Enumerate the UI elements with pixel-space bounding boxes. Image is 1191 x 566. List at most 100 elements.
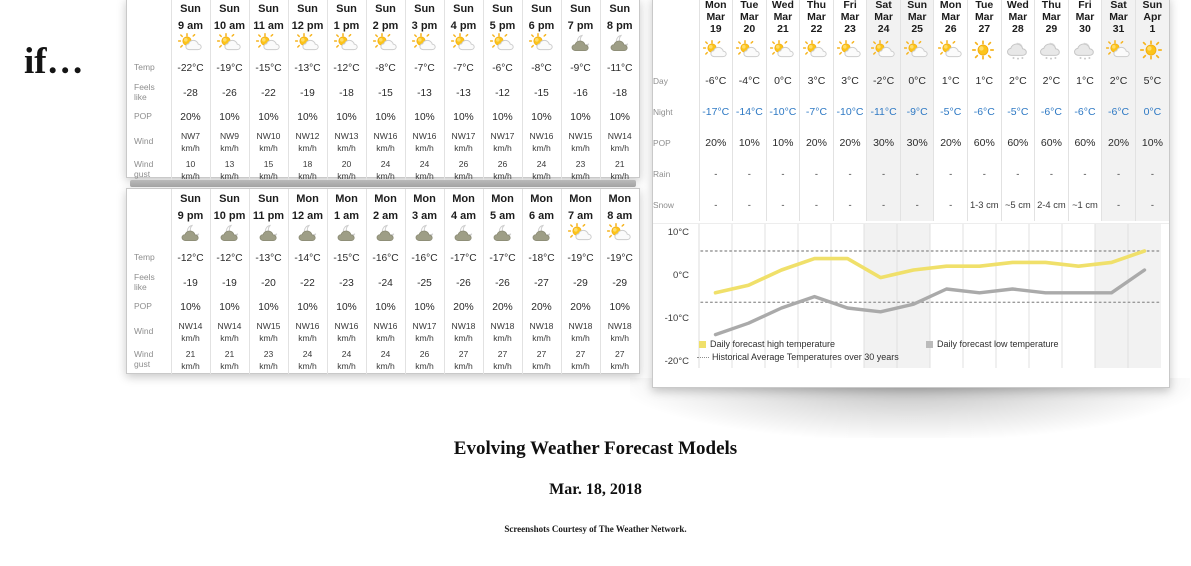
cell-pop: 20% <box>698 127 733 159</box>
hourly-column-header[interactable]: Sun 8 pm <box>599 0 639 33</box>
cell-wind-gust: 24 km/h <box>326 346 366 374</box>
chart-ytick-m10: -10°C <box>664 313 689 324</box>
daily-column-header[interactable]: Mon Mar 26 <box>933 0 968 39</box>
hourly-time: 1 pm <box>333 20 360 32</box>
sun-cloud-icon <box>560 223 600 246</box>
legend-historical-dots <box>697 357 709 359</box>
hourly-column-header[interactable]: Mon 1 am <box>326 189 366 223</box>
hourly-column-header[interactable]: Mon 4 am <box>443 189 483 223</box>
hourly-column-header[interactable]: Sun 12 pm <box>287 0 327 33</box>
row-label-snow: Snow <box>653 200 674 211</box>
cell-value: ~5 cm <box>1004 199 1031 211</box>
cell-value: -25 <box>417 278 432 289</box>
hourly-column-header[interactable]: Mon 3 am <box>404 189 444 223</box>
cell-temp: -7°C <box>404 56 444 80</box>
hourly-column-header[interactable]: Mon 5 am <box>482 189 522 223</box>
cell-wind: NW16 km/h <box>287 318 327 346</box>
hourly-column-header[interactable]: Sun 4 pm <box>443 0 483 33</box>
daily-column-header[interactable]: Wed Mar 21 <box>765 0 800 39</box>
hourly-column-header[interactable]: Sun 10 pm <box>209 189 249 223</box>
daily-column-header[interactable]: Tue Mar 20 <box>732 0 767 39</box>
row-label-day-temp: Day <box>653 75 668 86</box>
hourly-column-header[interactable]: Mon 8 am <box>599 189 639 223</box>
hourly-column-header[interactable]: Mon 6 am <box>521 189 561 223</box>
cell-value: -16°C <box>372 253 399 264</box>
cell-pop: 20% <box>832 127 867 159</box>
hourly-day: Mon <box>335 193 358 206</box>
cell-pop: 10% <box>209 106 249 128</box>
cell-wind-gust: 27 km/h <box>443 346 483 374</box>
hourly-row-pop: POP 20% 10% 10% 10% 10% 10% 10% 10% 10% 10% 10% 10% <box>127 106 639 128</box>
hourly-column-header[interactable]: Mon 7 am <box>560 189 600 223</box>
daily-column-header[interactable]: Thu Mar 22 <box>799 0 834 39</box>
hourly-time: 6 am <box>528 210 555 222</box>
cell-rain: - <box>899 158 934 190</box>
sun-cloud-icon <box>769 40 796 60</box>
daily-month: Mar <box>1042 10 1061 23</box>
hourly-day: Sun <box>180 3 201 16</box>
cell-feels-like: -22 <box>248 80 288 106</box>
daily-date: 20 <box>743 22 756 35</box>
daily-column-header[interactable]: Sun Mar 25 <box>899 0 934 39</box>
hourly-panel-1-scrollbar[interactable] <box>130 180 636 187</box>
cell-wind-gust: 23 km/h <box>248 346 288 374</box>
cell-rain: - <box>732 158 767 190</box>
cell-value: 10% <box>414 112 435 123</box>
hourly-day: Sun <box>414 3 435 16</box>
daily-column-header[interactable]: Fri Mar 30 <box>1067 0 1102 39</box>
cell-value: - <box>949 199 953 211</box>
cell-value: 0°C <box>908 74 926 87</box>
hourly-time: 11 pm <box>252 210 285 222</box>
daily-forecast-panel: Mon Mar 19 Tue Mar 20 Wed Mar 21 Thu Mar 22 Fri Mar 23… <box>652 0 1170 388</box>
daily-month: Mar <box>1008 10 1028 23</box>
cell-pop: 20% <box>482 296 522 318</box>
daily-column-header[interactable]: Sun Apr 1 <box>1134 0 1169 39</box>
cell-value: -6°C <box>492 63 513 74</box>
hourly-column-header[interactable]: Sun 7 pm <box>560 0 600 33</box>
hourly-column-header[interactable]: Sun 2 pm <box>365 0 405 33</box>
cell-temp: -19°C <box>560 246 600 270</box>
daily-column-header[interactable]: Fri Mar 23 <box>832 0 867 39</box>
hourly-column-header[interactable]: Mon 2 am <box>365 189 405 223</box>
hourly-column-header[interactable]: Sun 11 pm <box>248 189 288 223</box>
cell-value: 24 km/h <box>337 349 356 371</box>
daily-column-header[interactable]: Sat Mar 31 <box>1101 0 1136 39</box>
hourly-column-header[interactable]: Sun 9 am <box>170 0 210 33</box>
cell-value: 10% <box>1141 137 1163 150</box>
cell-value: 10% <box>219 112 240 123</box>
hourly-icon-row-label <box>127 223 171 246</box>
cell-value: 27 km/h <box>493 349 512 371</box>
daily-column-header[interactable]: Mon Mar 19 <box>698 0 733 39</box>
daily-column-header[interactable]: Wed Mar 28 <box>1000 0 1035 39</box>
cell-value: 26 km/h <box>415 349 434 371</box>
cell-value: 1°C <box>941 74 960 87</box>
cell-value: 1-3 cm <box>969 199 999 211</box>
hourly-column-header[interactable]: Sun 5 pm <box>482 0 522 33</box>
cell-value: -11°C <box>607 63 633 74</box>
cell-pop: 10% <box>404 296 444 318</box>
cell-wind: NW14 km/h <box>599 128 639 156</box>
hourly-column-header[interactable]: Sun 3 pm <box>404 0 444 33</box>
sun-cloud-icon <box>372 33 399 53</box>
sun-cloud-icon <box>216 33 243 53</box>
cell-wind: NW16 km/h <box>404 128 444 156</box>
daily-column-header[interactable]: Thu Mar 29 <box>1034 0 1069 39</box>
row-label-rain: Rain <box>653 169 671 180</box>
hourly-column-header[interactable]: Sun 9 pm <box>170 189 210 223</box>
daily-column-header[interactable]: Tue Mar 27 <box>967 0 1002 39</box>
cell-value: -5°C <box>940 106 962 119</box>
daily-column-header[interactable]: Sat Mar 24 <box>866 0 901 39</box>
hourly-column-header[interactable]: Sun 1 pm <box>326 0 366 33</box>
sun-cloud-icon <box>489 33 516 53</box>
hourly-column-header[interactable]: Sun 11 am <box>248 0 288 33</box>
daily-row-pop: POP 20% 10% 10% 20% 20% 30% 30% 20% 60% 60% 60% 60% 2… <box>653 127 1169 159</box>
hourly-column-header[interactable]: Mon 12 am <box>287 189 327 223</box>
cell-feels-like: -15 <box>365 80 405 106</box>
cell-snow: - <box>899 189 934 221</box>
hourly-day: Sun <box>336 3 357 16</box>
cell-value: -29 <box>612 278 628 289</box>
cell-value: -26 <box>222 88 237 99</box>
hourly-column-header[interactable]: Sun 10 am <box>209 0 249 33</box>
hourly-column-header[interactable]: Sun 6 pm <box>521 0 561 33</box>
cell-value: 15 km/h <box>259 159 278 181</box>
